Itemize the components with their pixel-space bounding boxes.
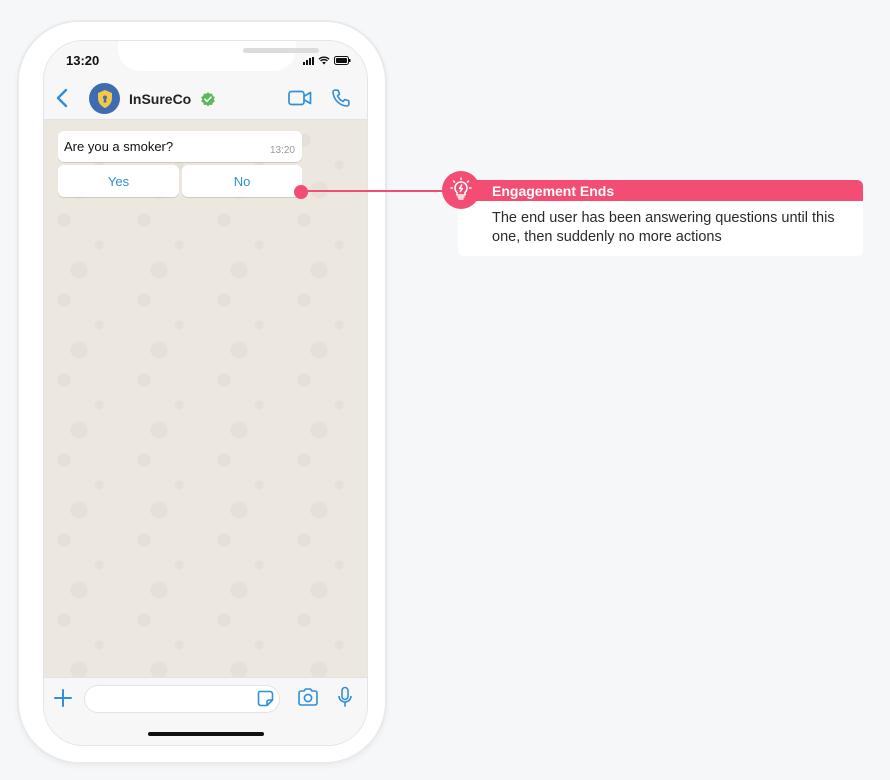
notch xyxy=(118,41,319,71)
speaker xyxy=(243,48,319,53)
callout-card: Engagement Ends The end user has been an… xyxy=(458,180,863,256)
contact-name[interactable]: InSureCo xyxy=(129,91,191,107)
callout-body: The end user has been answering question… xyxy=(492,210,835,245)
signal-icon xyxy=(303,56,314,65)
phone-screen: 13:20 InSureCo Are you a smoker? 13:20 Y… xyxy=(43,40,368,746)
connector-dot xyxy=(294,185,308,199)
shield-icon xyxy=(97,89,112,108)
message-bubble: Are you a smoker? 13:20 xyxy=(58,131,302,162)
status-time: 13:20 xyxy=(66,53,100,68)
verified-icon xyxy=(201,92,215,107)
lightbulb-icon xyxy=(442,171,480,209)
camera-icon[interactable] xyxy=(297,687,319,707)
plus-icon[interactable] xyxy=(53,688,73,708)
chat-header: InSureCo xyxy=(44,77,367,120)
callout-connector xyxy=(300,190,450,192)
wifi-icon xyxy=(318,56,330,65)
battery-icon xyxy=(334,56,351,65)
avatar[interactable] xyxy=(89,83,120,114)
callout-title: Engagement Ends xyxy=(492,183,615,199)
home-indicator xyxy=(148,732,264,736)
message-text: Are you a smoker? xyxy=(64,139,174,154)
microphone-icon[interactable] xyxy=(337,686,353,708)
sticker-icon[interactable] xyxy=(257,690,274,707)
phone-call-icon[interactable] xyxy=(331,88,351,108)
input-bar xyxy=(44,677,367,745)
chat-area: Are you a smoker? 13:20 Yes No xyxy=(44,120,367,677)
back-chevron-icon[interactable] xyxy=(52,86,72,110)
message-input[interactable] xyxy=(84,685,280,713)
quick-reply-no[interactable]: No xyxy=(182,165,302,197)
status-icons xyxy=(303,56,351,65)
message-time: 13:20 xyxy=(269,145,295,156)
quick-reply-yes[interactable]: Yes xyxy=(58,165,179,197)
video-call-icon[interactable] xyxy=(288,90,312,106)
callout-header: Engagement Ends xyxy=(458,180,863,201)
